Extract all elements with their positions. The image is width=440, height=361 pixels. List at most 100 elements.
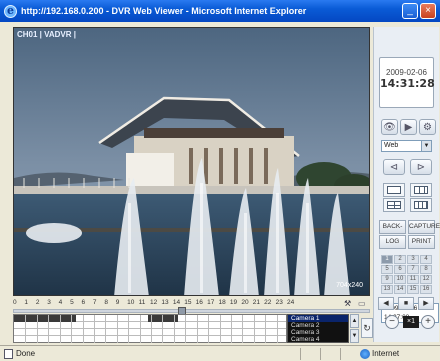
chevron-down-icon: ▼ bbox=[351, 333, 358, 339]
close-button[interactable]: × bbox=[420, 3, 436, 19]
status-divider bbox=[300, 348, 301, 360]
layout-1-button[interactable] bbox=[383, 183, 405, 197]
clock-date: 2009-02-06 bbox=[386, 68, 427, 77]
print-button[interactable]: PRINT bbox=[408, 235, 435, 249]
timeline-hour-label: 13 bbox=[161, 299, 169, 306]
play-icon: ▶ bbox=[423, 300, 429, 307]
timeline-hour-label: 15 bbox=[184, 299, 192, 306]
timeline-hour-label: 21 bbox=[252, 299, 260, 306]
timeline-hour-label: 0 bbox=[13, 299, 17, 306]
channel-button[interactable]: 14 bbox=[394, 285, 406, 294]
capture-button[interactable]: CAPTURE bbox=[408, 220, 440, 234]
mode-select[interactable]: Web ▼ bbox=[381, 140, 432, 152]
timeline-hour-line bbox=[139, 315, 141, 343]
channel-button[interactable]: 16 bbox=[420, 285, 432, 294]
internet-explorer-icon bbox=[4, 4, 17, 18]
channel-button[interactable]: 3 bbox=[407, 255, 419, 264]
title-bar: http://192.168.0.200 - DVR Web Viewer - … bbox=[0, 0, 440, 22]
layout-9-button[interactable] bbox=[410, 183, 432, 197]
channel-button[interactable]: 6 bbox=[394, 265, 406, 274]
gear-icon: ⚙ bbox=[423, 121, 432, 133]
camera-list[interactable]: Camera 1 Camera 2 Camera 3 Camera 4 bbox=[287, 314, 349, 343]
timeline-hour-label: 11 bbox=[138, 299, 146, 306]
timeline-hour-line bbox=[196, 315, 198, 343]
plus-icon: + bbox=[425, 316, 431, 327]
window-title: http://192.168.0.200 - DVR Web Viewer - … bbox=[21, 6, 307, 16]
stop-button[interactable]: ■ bbox=[398, 297, 414, 310]
timeline-hour-line bbox=[25, 315, 27, 343]
rewind-button[interactable]: ◀ bbox=[378, 297, 394, 310]
chevron-up-icon: ▲ bbox=[351, 318, 358, 324]
timeline-row bbox=[14, 329, 286, 336]
channel-button[interactable]: 11 bbox=[407, 275, 419, 284]
channel-button[interactable]: 2 bbox=[394, 255, 406, 264]
timeline-hour-line bbox=[185, 315, 187, 343]
speed-display: ×1 bbox=[403, 316, 419, 328]
timeline-hour-label: 18 bbox=[218, 299, 226, 306]
camera-list-item[interactable]: Camera 2 bbox=[288, 322, 348, 329]
timeline-menu-icon[interactable]: ▭ bbox=[358, 299, 366, 309]
camera-list-item[interactable]: Camera 4 bbox=[288, 336, 348, 343]
timeline-hour-line bbox=[48, 315, 50, 343]
settings-button[interactable]: ⚙ bbox=[419, 119, 436, 135]
timeline-hour-label: 19 bbox=[229, 299, 238, 306]
timeline-hour-label: 5 bbox=[70, 299, 74, 306]
security-zone: Internet bbox=[372, 349, 400, 358]
timeline-hour-line bbox=[162, 315, 164, 343]
timeline-hour-line bbox=[151, 315, 152, 343]
arrow-right-icon: ⊳ bbox=[416, 161, 426, 173]
channel-button[interactable]: 15 bbox=[407, 285, 419, 294]
ptz-right-button[interactable]: ⊳ bbox=[410, 159, 432, 175]
timeline-hour-label: 7 bbox=[92, 299, 97, 306]
scroll-down-button[interactable]: ▼ bbox=[350, 329, 359, 343]
minimize-button[interactable]: _ bbox=[402, 3, 418, 19]
log-button[interactable]: LOG bbox=[379, 235, 406, 249]
backup-button[interactable]: BACK-UP bbox=[379, 220, 406, 242]
channel-button[interactable]: 8 bbox=[420, 265, 432, 274]
timeline-hour-line bbox=[105, 315, 107, 343]
timeline-hour-line bbox=[265, 315, 267, 343]
timeline-hour-label: 9 bbox=[115, 299, 120, 306]
timeline-tool-icon[interactable]: ⚒ bbox=[344, 299, 351, 309]
channel-button[interactable]: 4 bbox=[420, 255, 432, 264]
nine-view-icon bbox=[414, 186, 428, 194]
playback-button[interactable]: ▶ bbox=[400, 119, 417, 135]
video-channel-label: CH01 | VADVR | bbox=[17, 30, 77, 39]
channel-button[interactable]: 9 bbox=[381, 275, 393, 284]
control-panel: 2009-02-06 14:31:28 👁 ▶ ⚙ Web ▼ ⊲ ⊳ BACK… bbox=[373, 27, 440, 342]
recording-timeline[interactable] bbox=[13, 314, 287, 343]
minus-icon: − bbox=[389, 316, 395, 327]
timeline-hour-label: 2 bbox=[35, 299, 40, 306]
live-view-button[interactable]: 👁 bbox=[381, 119, 398, 135]
speed-down-button[interactable]: − bbox=[385, 315, 399, 329]
arrow-left-icon: ⊲ bbox=[389, 161, 399, 173]
timeline-hour-line bbox=[36, 315, 38, 343]
camera-list-item[interactable]: Camera 3 bbox=[288, 329, 348, 336]
status-bar: Done Internet bbox=[0, 345, 440, 361]
channel-button[interactable]: 10 bbox=[394, 275, 406, 284]
scroll-up-button[interactable]: ▲ bbox=[350, 314, 359, 328]
channel-button[interactable]: 1 bbox=[381, 255, 393, 264]
timeline-slider-track[interactable] bbox=[13, 309, 370, 313]
timeline-hour-label: 16 bbox=[195, 299, 203, 306]
channel-button[interactable]: 12 bbox=[420, 275, 432, 284]
layout-4-button[interactable] bbox=[383, 198, 405, 212]
speed-up-button[interactable]: + bbox=[421, 315, 435, 329]
timeline-hour-label: 24 bbox=[287, 299, 295, 306]
channel-button[interactable]: 7 bbox=[407, 265, 419, 274]
play-icon: ▶ bbox=[404, 121, 413, 133]
channel-button[interactable]: 5 bbox=[381, 265, 393, 274]
camera-list-item[interactable]: Camera 1 bbox=[288, 315, 348, 322]
refresh-button[interactable]: ↻ bbox=[361, 318, 373, 338]
play-button[interactable]: ▶ bbox=[418, 297, 434, 310]
layout-16-button[interactable] bbox=[410, 198, 432, 212]
chevron-down-icon: ▼ bbox=[421, 141, 431, 151]
page-icon bbox=[4, 349, 13, 359]
timeline-hour-line bbox=[71, 315, 73, 343]
channel-button[interactable]: 13 bbox=[381, 285, 393, 294]
video-view[interactable]: CH01 | VADVR | 704x240 bbox=[13, 27, 370, 296]
timeline-row bbox=[14, 322, 286, 329]
video-resolution: 704x240 bbox=[336, 282, 363, 289]
ptz-left-button[interactable]: ⊲ bbox=[383, 159, 405, 175]
refresh-icon: ↻ bbox=[363, 323, 371, 333]
